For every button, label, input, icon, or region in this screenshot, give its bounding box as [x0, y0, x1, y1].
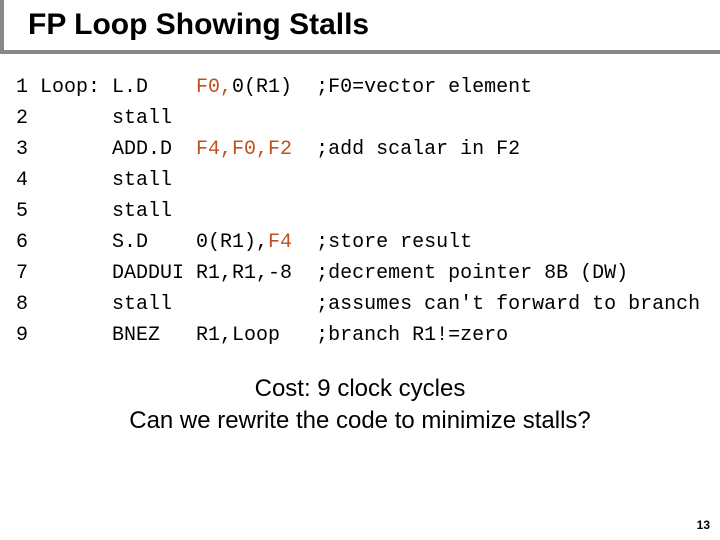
code-line: 1 Loop: L.D F0,0(R1) ;F0=vector element	[16, 72, 720, 103]
page-number: 13	[697, 518, 710, 532]
cost-line: Cost: 9 clock cycles	[0, 373, 720, 405]
slide-title: FP Loop Showing Stalls	[28, 8, 720, 42]
code-line: 6 S.D 0(R1),F4 ;store result	[16, 227, 720, 258]
code-line: 7 DADDUI R1,R1,-8 ;decrement pointer 8B …	[16, 258, 720, 289]
code-line: 5 stall	[16, 196, 720, 227]
code-line: 8 stall ;assumes can't forward to branch	[16, 289, 720, 320]
question-line: Can we rewrite the code to minimize stal…	[0, 405, 720, 437]
title-bar: FP Loop Showing Stalls	[0, 0, 720, 54]
code-line: 9 BNEZ R1,Loop ;branch R1!=zero	[16, 320, 720, 351]
code-line: 3 ADD.D F4,F0,F2 ;add scalar in F2	[16, 134, 720, 165]
code-block: 1 Loop: L.D F0,0(R1) ;F0=vector element2…	[0, 72, 720, 351]
summary-text: Cost: 9 clock cycles Can we rewrite the …	[0, 373, 720, 438]
code-line: 4 stall	[16, 165, 720, 196]
code-line: 2 stall	[16, 103, 720, 134]
